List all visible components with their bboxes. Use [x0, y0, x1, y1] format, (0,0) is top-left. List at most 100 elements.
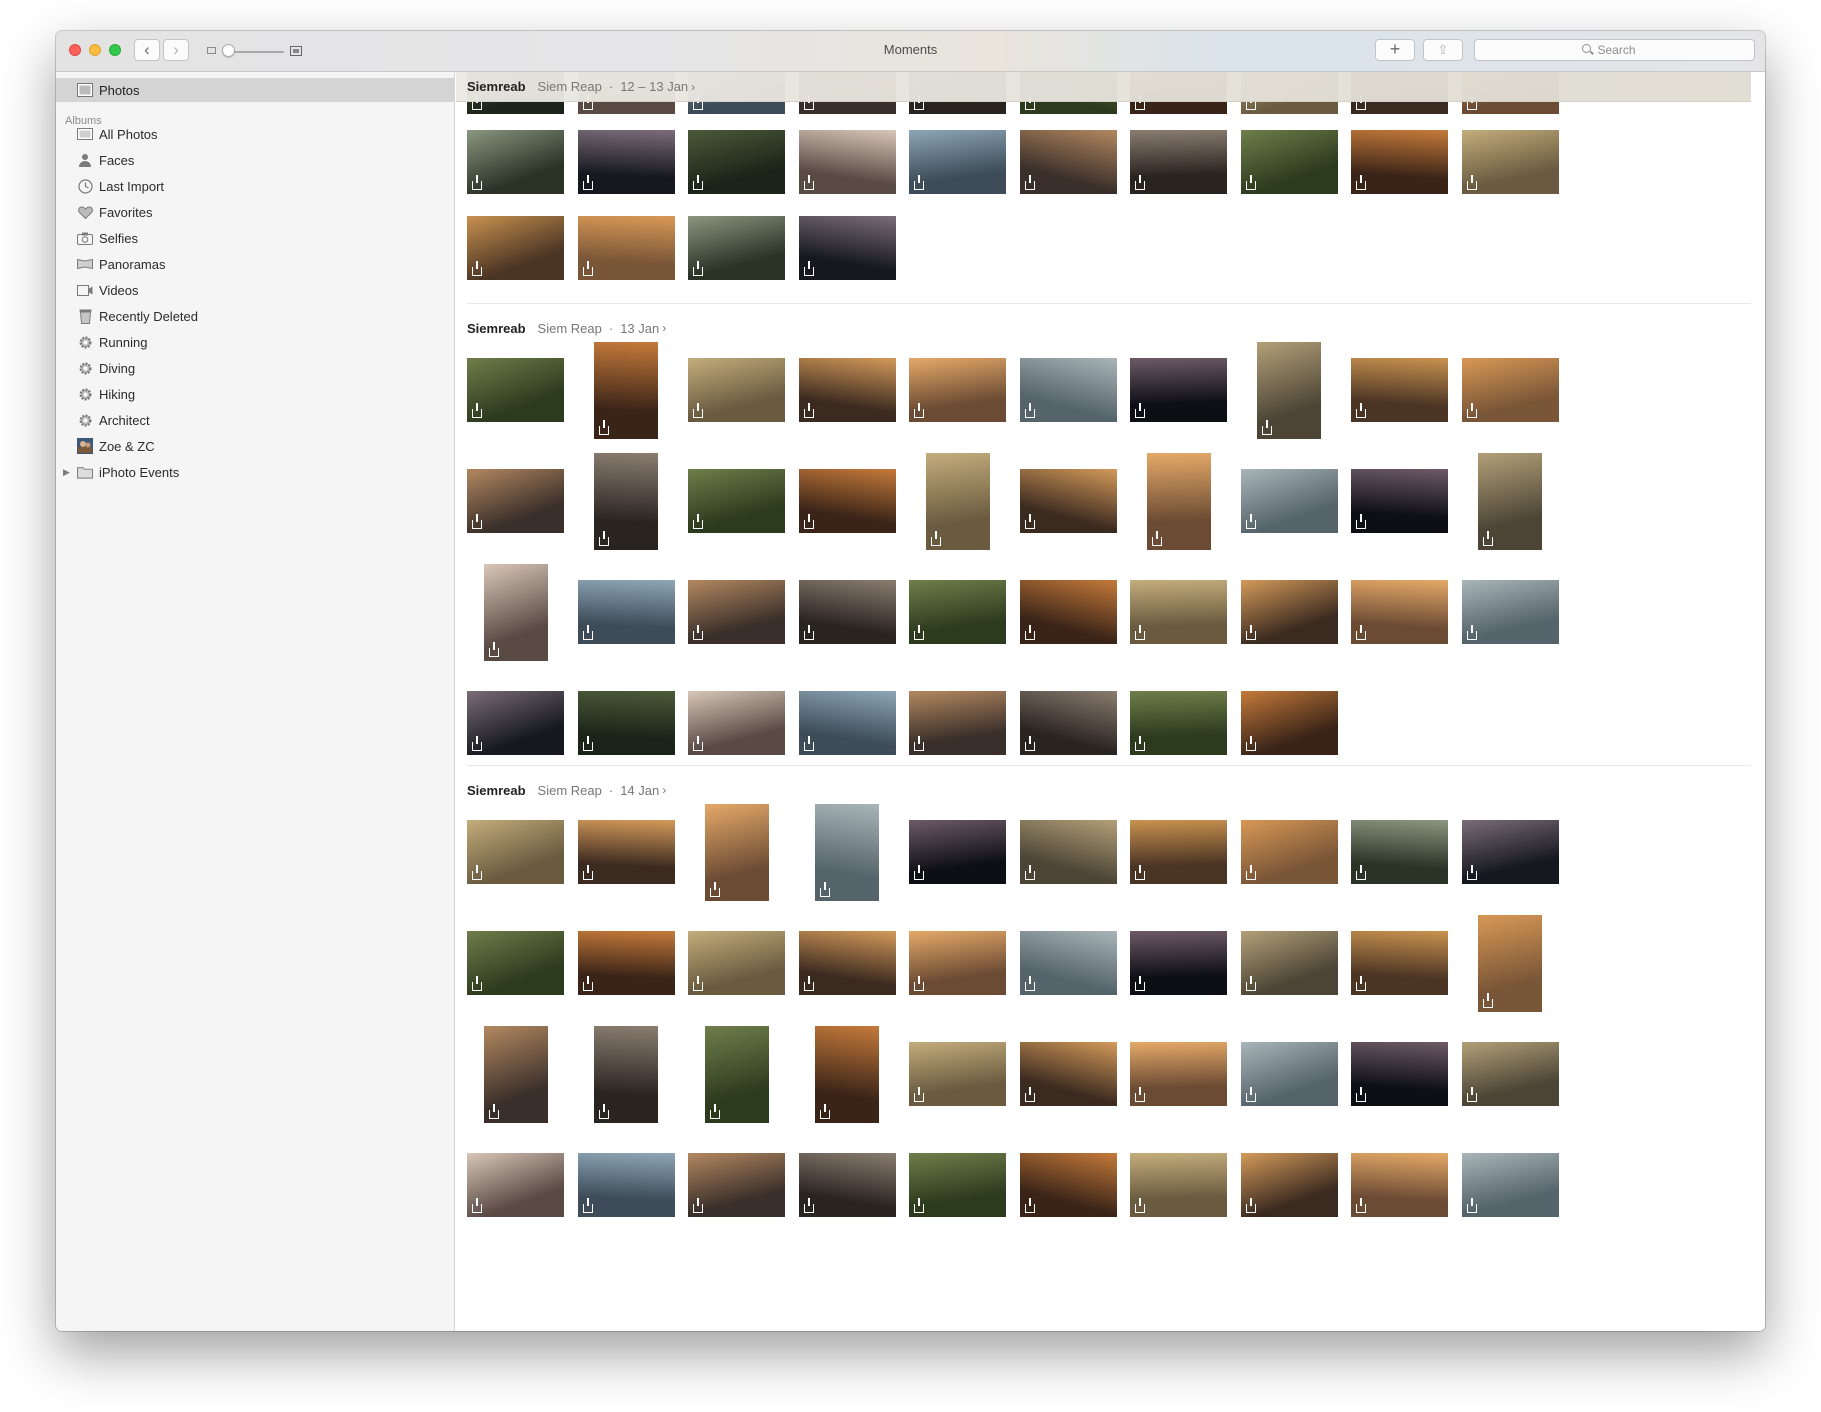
photo-thumbnail[interactable]: [467, 1153, 564, 1217]
photo-thumbnail[interactable]: [909, 358, 1006, 422]
sidebar-item-recently-deleted[interactable]: Recently Deleted: [56, 305, 198, 327]
photo-thumbnail[interactable]: [1351, 469, 1448, 533]
disclosure-triangle-icon[interactable]: ▶: [63, 467, 70, 478]
share-button[interactable]: ⇪: [1423, 39, 1463, 61]
photo-thumbnail[interactable]: [799, 691, 896, 755]
photo-thumbnail[interactable]: [1462, 358, 1559, 422]
sidebar-item-hiking[interactable]: Hiking: [56, 383, 135, 405]
photo-thumbnail[interactable]: [926, 453, 990, 550]
sidebar-item-faces[interactable]: Faces: [56, 149, 134, 171]
photo-thumbnail[interactable]: [688, 216, 785, 280]
sidebar-item-last-import[interactable]: Last Import: [56, 175, 164, 197]
photo-thumbnail[interactable]: [467, 469, 564, 533]
photo-thumbnail[interactable]: [1241, 820, 1338, 884]
photo-thumbnail[interactable]: [909, 820, 1006, 884]
photo-thumbnail[interactable]: [1478, 915, 1542, 1012]
photo-thumbnail[interactable]: [799, 469, 896, 533]
photo-thumbnail[interactable]: [1020, 931, 1117, 995]
photo-thumbnail[interactable]: [1478, 453, 1542, 550]
photo-thumbnail[interactable]: [1130, 130, 1227, 194]
photo-thumbnail[interactable]: [909, 1153, 1006, 1217]
photo-thumbnail[interactable]: [1241, 580, 1338, 644]
photo-thumbnail[interactable]: [815, 804, 879, 901]
photo-thumbnail[interactable]: [688, 1153, 785, 1217]
photo-thumbnail[interactable]: [578, 1153, 675, 1217]
photo-thumbnail[interactable]: [1241, 931, 1338, 995]
photo-thumbnail[interactable]: [705, 804, 769, 901]
photo-thumbnail[interactable]: [578, 216, 675, 280]
photo-thumbnail[interactable]: [467, 691, 564, 755]
moment-location[interactable]: Siem Reap: [538, 79, 602, 94]
photo-thumbnail[interactable]: [467, 358, 564, 422]
photo-thumbnail[interactable]: [688, 130, 785, 194]
photo-thumbnail[interactable]: [594, 1026, 658, 1123]
photo-thumbnail[interactable]: [1462, 580, 1559, 644]
photo-thumbnail[interactable]: [1462, 130, 1559, 194]
photo-thumbnail[interactable]: [1130, 820, 1227, 884]
photo-thumbnail[interactable]: [688, 469, 785, 533]
sidebar-item-videos[interactable]: Videos: [56, 279, 139, 301]
photo-thumbnail[interactable]: [909, 691, 1006, 755]
moment-location[interactable]: Siem Reap: [538, 783, 602, 798]
sidebar-item-zoe-zc[interactable]: Zoe & ZC: [56, 435, 155, 457]
photo-thumbnail[interactable]: [909, 130, 1006, 194]
search-input[interactable]: [1597, 43, 1648, 57]
photo-thumbnail[interactable]: [467, 931, 564, 995]
photo-thumbnail[interactable]: [484, 564, 548, 661]
photo-thumbnail[interactable]: [578, 820, 675, 884]
sidebar-item-favorites[interactable]: Favorites: [56, 201, 152, 223]
photo-thumbnail[interactable]: [467, 820, 564, 884]
photo-thumbnail[interactable]: [909, 931, 1006, 995]
photo-thumbnail[interactable]: [815, 1026, 879, 1123]
photo-thumbnail[interactable]: [688, 931, 785, 995]
chevron-right-icon[interactable]: ›: [691, 80, 695, 94]
photo-thumbnail[interactable]: [1462, 820, 1559, 884]
photo-thumbnail[interactable]: [1020, 130, 1117, 194]
photo-thumbnail[interactable]: [1241, 130, 1338, 194]
photo-thumbnail[interactable]: [1351, 130, 1448, 194]
photo-thumbnail[interactable]: [799, 358, 896, 422]
photo-thumbnail[interactable]: [578, 580, 675, 644]
add-button[interactable]: +: [1375, 39, 1415, 61]
sidebar-item-panoramas[interactable]: Panoramas: [56, 253, 165, 275]
photo-thumbnail[interactable]: [1020, 469, 1117, 533]
chevron-right-icon[interactable]: ›: [662, 321, 666, 335]
search-field[interactable]: [1474, 39, 1755, 61]
photo-thumbnail[interactable]: [1462, 1153, 1559, 1217]
sidebar-item-iphoto-events[interactable]: ▶ iPhoto Events: [56, 461, 179, 483]
photo-thumbnail[interactable]: [467, 216, 564, 280]
moment-header[interactable]: Siemreab Siem Reap · 14 Jan ›: [467, 780, 666, 800]
photo-thumbnail[interactable]: [1351, 820, 1448, 884]
photo-thumbnail[interactable]: [484, 1026, 548, 1123]
photo-thumbnail[interactable]: [1130, 691, 1227, 755]
photo-thumbnail[interactable]: [799, 216, 896, 280]
sidebar-item-all-photos[interactable]: All Photos: [56, 123, 158, 145]
photo-thumbnail[interactable]: [1020, 358, 1117, 422]
photo-thumbnail[interactable]: [909, 1042, 1006, 1106]
photo-thumbnail[interactable]: [1020, 1153, 1117, 1217]
photo-thumbnail[interactable]: [799, 580, 896, 644]
moment-header[interactable]: Siemreab Siem Reap · 12 – 13 Jan ›: [456, 72, 1751, 102]
photo-thumbnail[interactable]: [1241, 1153, 1338, 1217]
photo-thumbnail[interactable]: [1020, 820, 1117, 884]
photo-thumbnail[interactable]: [799, 130, 896, 194]
photo-thumbnail[interactable]: [1147, 453, 1211, 550]
photo-thumbnail[interactable]: [594, 453, 658, 550]
chevron-right-icon[interactable]: ›: [662, 783, 666, 797]
sidebar-item-photos[interactable]: Photos: [56, 78, 454, 102]
photo-thumbnail[interactable]: [1351, 931, 1448, 995]
photo-thumbnail[interactable]: [1130, 931, 1227, 995]
photo-thumbnail[interactable]: [1351, 1153, 1448, 1217]
photo-thumbnail[interactable]: [688, 691, 785, 755]
photo-thumbnail[interactable]: [1351, 358, 1448, 422]
sidebar-item-diving[interactable]: Diving: [56, 357, 135, 379]
photo-thumbnail[interactable]: [467, 130, 564, 194]
photo-thumbnail[interactable]: [688, 358, 785, 422]
photo-thumbnail[interactable]: [799, 1153, 896, 1217]
photo-thumbnail[interactable]: [1462, 1042, 1559, 1106]
sidebar-item-architect[interactable]: Architect: [56, 409, 150, 431]
sidebar-item-selfies[interactable]: Selfies: [56, 227, 138, 249]
photo-thumbnail[interactable]: [799, 931, 896, 995]
photo-thumbnail[interactable]: [1020, 580, 1117, 644]
photo-thumbnail[interactable]: [1351, 580, 1448, 644]
